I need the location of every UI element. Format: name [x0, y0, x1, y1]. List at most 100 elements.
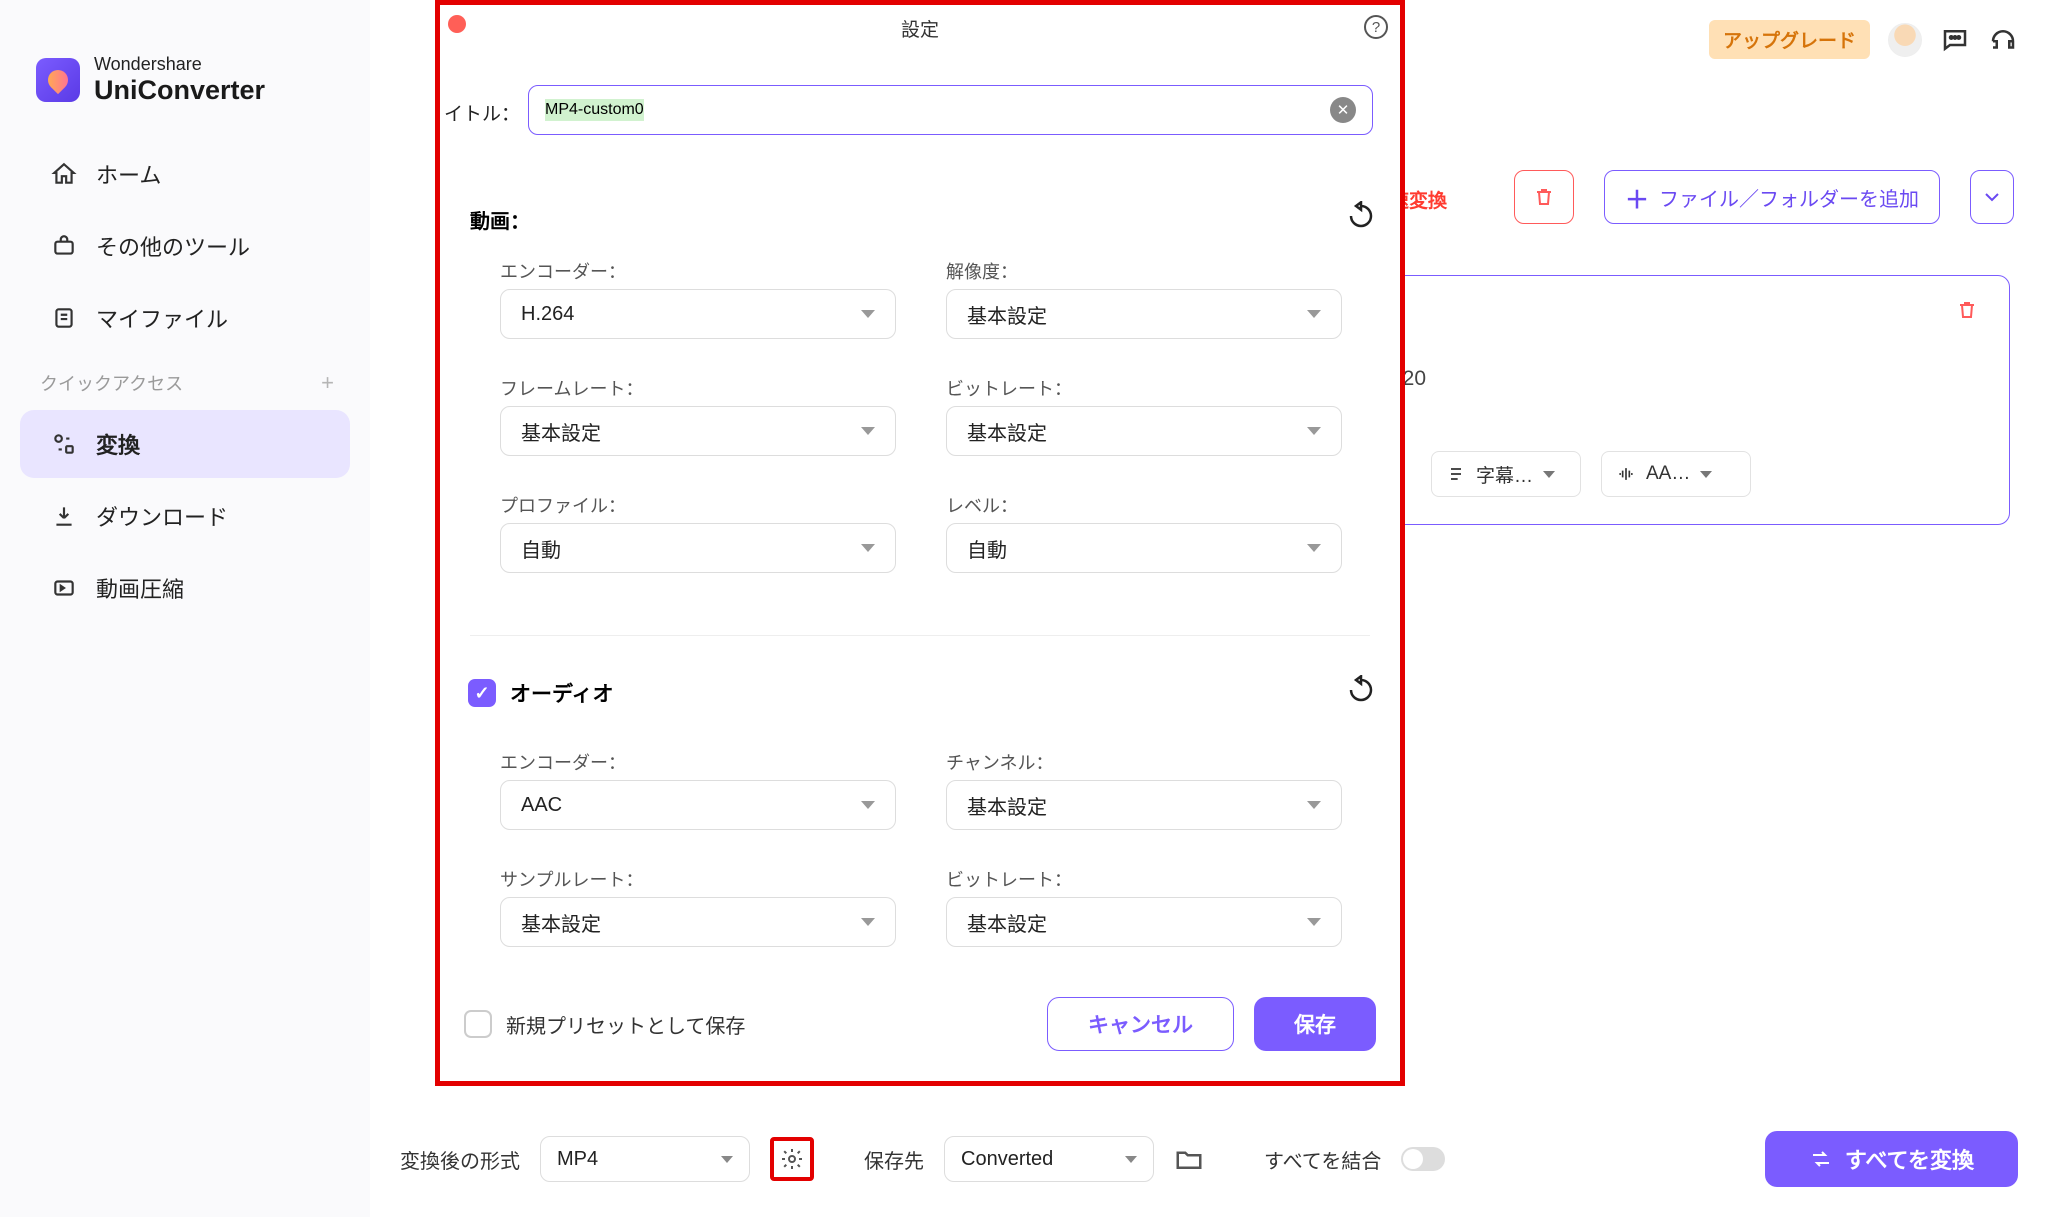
chevron-down-icon: [861, 918, 875, 926]
video-section-heading: 動画：: [470, 205, 530, 234]
user-avatar[interactable]: [1888, 23, 1922, 57]
chevron-down-icon: [1307, 801, 1321, 809]
chevron-down-icon: [721, 1156, 733, 1163]
sidebar-item-label: その他のツール: [96, 230, 250, 262]
select-value: 自動: [967, 534, 1007, 563]
title-input[interactable]: MP4-custom0: [545, 99, 644, 121]
files-icon: [50, 304, 78, 332]
convert-icon: [1809, 1147, 1833, 1171]
chevron-down-icon: [861, 801, 875, 809]
output-format-label: 変換後の形式: [400, 1145, 520, 1174]
compress-icon: [50, 574, 78, 602]
chevron-down-icon: [1125, 1156, 1137, 1163]
destination-select[interactable]: Converted: [944, 1136, 1154, 1182]
toolbox-icon: [50, 232, 78, 260]
add-files-button[interactable]: ＋ ファイル／フォルダーを追加: [1604, 170, 1940, 224]
chevron-down-icon: [1307, 310, 1321, 318]
channel-label: チャンネル：: [946, 749, 1053, 775]
sidebar-item-other-tools[interactable]: その他のツール: [20, 212, 350, 280]
add-quick-access-icon[interactable]: +: [321, 370, 334, 396]
clear-input-icon[interactable]: ✕: [1330, 97, 1356, 123]
reset-audio-icon[interactable]: [1346, 675, 1376, 705]
sidebar-item-convert[interactable]: 変換: [20, 410, 350, 478]
audio-bitrate-label: ビットレート：: [946, 866, 1072, 892]
sidebar: Wondershare UniConverter ホーム その他のツール マイフ…: [0, 0, 370, 1217]
help-icon[interactable]: ?: [1364, 15, 1388, 39]
audio-bitrate-select[interactable]: 基本設定: [946, 897, 1342, 947]
select-value: 基本設定: [521, 908, 601, 937]
encoder-label: エンコーダー：: [500, 258, 626, 284]
select-value: 基本設定: [967, 908, 1047, 937]
add-files-label: ファイル／フォルダーを追加: [1659, 183, 1919, 212]
video-bitrate-label: ビットレート：: [946, 375, 1072, 401]
format-settings-button[interactable]: [770, 1137, 814, 1181]
sidebar-item-label: ホーム: [96, 158, 161, 190]
app-logo: Wondershare UniConverter: [0, 44, 370, 136]
sidebar-item-label: 変換: [96, 428, 140, 460]
subtitle-label: 字幕…: [1476, 461, 1533, 488]
sidebar-item-label: マイファイル: [96, 302, 228, 334]
audio-samplerate-select[interactable]: 基本設定: [500, 897, 896, 947]
bottom-bar: 変換後の形式 MP4 保存先 Converted すべてを結合 すべてを変換: [400, 1131, 2018, 1187]
chevron-down-icon: [1307, 427, 1321, 435]
reset-video-icon[interactable]: [1346, 201, 1376, 231]
samplerate-label: サンプルレート：: [500, 866, 643, 892]
headset-icon[interactable]: [1988, 25, 2018, 55]
audio-heading-label: オーディオ: [510, 678, 614, 708]
video-resolution-select[interactable]: 基本設定: [946, 289, 1342, 339]
profile-label: プロファイル：: [500, 492, 626, 518]
gear-icon: [780, 1147, 804, 1171]
sidebar-item-my-files[interactable]: マイファイル: [20, 284, 350, 352]
file-card[interactable]: 320 6 字幕… AA…: [1390, 275, 2010, 525]
subtitle-icon: [1446, 464, 1466, 484]
audio-enable-checkbox[interactable]: ✓: [468, 679, 496, 707]
select-value: Converted: [961, 1148, 1053, 1171]
brand-company: Wondershare: [94, 54, 265, 75]
title-field-label: イトル：: [444, 99, 520, 126]
clear-list-button[interactable]: [1514, 170, 1574, 224]
save-preset-checkbox[interactable]: [464, 1010, 492, 1038]
sidebar-item-download[interactable]: ダウンロード: [20, 482, 350, 550]
video-encoder-select[interactable]: H.264: [500, 289, 896, 339]
sidebar-item-label: 動画圧縮: [96, 572, 184, 604]
chevron-down-icon: [1307, 918, 1321, 926]
select-value: 基本設定: [521, 417, 601, 446]
select-value: H.264: [521, 303, 574, 326]
video-bitrate-select[interactable]: 基本設定: [946, 406, 1342, 456]
framerate-label: フレームレート：: [500, 375, 643, 401]
select-value: MP4: [557, 1148, 598, 1171]
title-input-wrap[interactable]: MP4-custom0 ✕: [528, 85, 1373, 135]
convert-all-button[interactable]: すべてを変換: [1765, 1131, 2018, 1187]
convert-all-label: すべてを変換: [1845, 1143, 1974, 1175]
cancel-button[interactable]: キャンセル: [1047, 997, 1234, 1051]
select-value: AAC: [521, 794, 562, 817]
output-format-select[interactable]: MP4: [540, 1136, 750, 1182]
add-files-dropdown[interactable]: [1970, 170, 2014, 224]
subtitle-selector[interactable]: 字幕…: [1431, 451, 1581, 497]
audio-encoder-select[interactable]: AAC: [500, 780, 896, 830]
file-delete-button[interactable]: [1955, 298, 1979, 327]
video-level-select[interactable]: 自動: [946, 523, 1342, 573]
audio-section-heading: ✓ オーディオ: [468, 678, 614, 708]
select-value: 基本設定: [967, 791, 1047, 820]
logo-icon: [36, 58, 80, 102]
save-button[interactable]: 保存: [1254, 997, 1376, 1051]
open-folder-button[interactable]: [1174, 1144, 1204, 1174]
chevron-down-icon: [1307, 544, 1321, 552]
chevron-down-icon: [861, 427, 875, 435]
chevron-down-icon: [1700, 471, 1712, 478]
audio-track-selector[interactable]: AA…: [1601, 451, 1751, 497]
save-preset-option[interactable]: 新規プリセットとして保存: [464, 1010, 745, 1039]
audio-channel-select[interactable]: 基本設定: [946, 780, 1342, 830]
video-profile-select[interactable]: 自動: [500, 523, 896, 573]
sidebar-item-home[interactable]: ホーム: [20, 140, 350, 208]
chevron-down-icon: [861, 310, 875, 318]
video-framerate-select[interactable]: 基本設定: [500, 406, 896, 456]
modal-footer: 新規プリセットとして保存 キャンセル 保存: [464, 997, 1376, 1051]
upgrade-button[interactable]: アップグレード: [1709, 20, 1870, 59]
convert-icon: [50, 430, 78, 458]
modal-title: 設定: [440, 15, 1400, 42]
chat-icon[interactable]: [1940, 25, 1970, 55]
sidebar-item-compress[interactable]: 動画圧縮: [20, 554, 350, 622]
merge-all-toggle[interactable]: [1401, 1147, 1445, 1171]
